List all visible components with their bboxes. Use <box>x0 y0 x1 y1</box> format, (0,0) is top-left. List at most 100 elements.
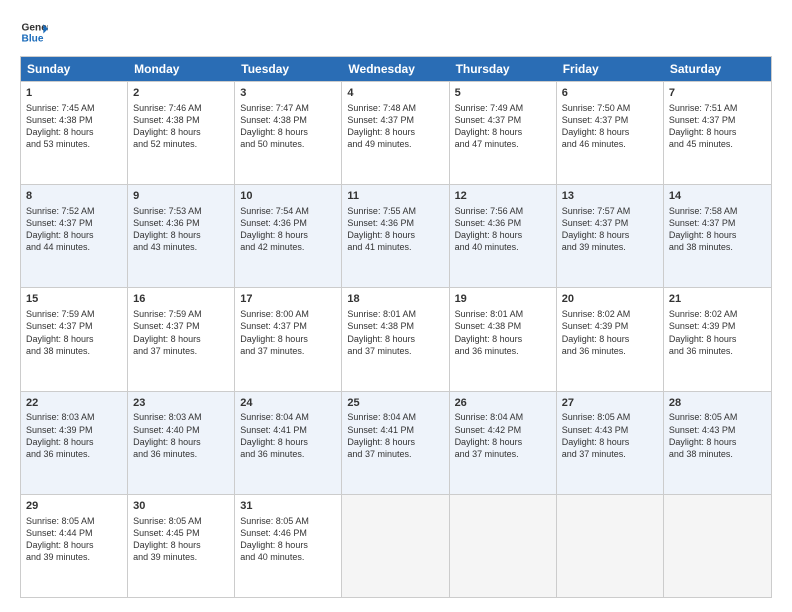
logo-icon: General Blue <box>20 18 48 46</box>
day-info-line: and 37 minutes. <box>347 345 443 357</box>
day-info-line: Sunrise: 8:04 AM <box>347 411 443 423</box>
calendar-header: SundayMondayTuesdayWednesdayThursdayFrid… <box>21 57 771 81</box>
day-info-line: Sunset: 4:41 PM <box>347 424 443 436</box>
day-info-line: and 38 minutes. <box>669 448 766 460</box>
day-number: 19 <box>455 292 551 307</box>
day-info-line: and 50 minutes. <box>240 138 336 150</box>
day-info-line: Daylight: 8 hours <box>455 229 551 241</box>
day-number: 12 <box>455 189 551 204</box>
table-row: 4Sunrise: 7:48 AMSunset: 4:37 PMDaylight… <box>342 82 449 184</box>
calendar-row-1: 1Sunrise: 7:45 AMSunset: 4:38 PMDaylight… <box>21 81 771 184</box>
day-info-line: Sunrise: 7:53 AM <box>133 205 229 217</box>
table-row: 14Sunrise: 7:58 AMSunset: 4:37 PMDayligh… <box>664 185 771 287</box>
table-row: 11Sunrise: 7:55 AMSunset: 4:36 PMDayligh… <box>342 185 449 287</box>
day-info-line: and 37 minutes. <box>347 448 443 460</box>
day-info-line: and 36 minutes. <box>26 448 122 460</box>
header-day-wednesday: Wednesday <box>342 57 449 81</box>
day-info-line: Sunrise: 8:04 AM <box>240 411 336 423</box>
table-row: 15Sunrise: 7:59 AMSunset: 4:37 PMDayligh… <box>21 288 128 390</box>
day-info-line: and 40 minutes. <box>240 551 336 563</box>
day-info-line: Daylight: 8 hours <box>669 436 766 448</box>
table-row: 19Sunrise: 8:01 AMSunset: 4:38 PMDayligh… <box>450 288 557 390</box>
day-info-line: Sunset: 4:44 PM <box>26 527 122 539</box>
day-number: 6 <box>562 86 658 101</box>
table-row: 28Sunrise: 8:05 AMSunset: 4:43 PMDayligh… <box>664 392 771 494</box>
day-info-line: Daylight: 8 hours <box>669 333 766 345</box>
day-info-line: and 39 minutes. <box>133 551 229 563</box>
day-info-line: Daylight: 8 hours <box>133 333 229 345</box>
day-info-line: Sunrise: 8:05 AM <box>133 515 229 527</box>
day-number: 31 <box>240 499 336 514</box>
day-info-line: Sunrise: 7:49 AM <box>455 102 551 114</box>
day-number: 24 <box>240 396 336 411</box>
calendar-row-4: 22Sunrise: 8:03 AMSunset: 4:39 PMDayligh… <box>21 391 771 494</box>
day-info-line: Sunset: 4:38 PM <box>347 320 443 332</box>
day-number: 5 <box>455 86 551 101</box>
day-info-line: Sunrise: 8:05 AM <box>669 411 766 423</box>
table-row: 10Sunrise: 7:54 AMSunset: 4:36 PMDayligh… <box>235 185 342 287</box>
table-row: 27Sunrise: 8:05 AMSunset: 4:43 PMDayligh… <box>557 392 664 494</box>
day-info-line: Sunset: 4:37 PM <box>133 320 229 332</box>
day-info-line: Sunrise: 8:03 AM <box>26 411 122 423</box>
day-info-line: and 37 minutes. <box>240 345 336 357</box>
table-row: 29Sunrise: 8:05 AMSunset: 4:44 PMDayligh… <box>21 495 128 597</box>
day-info-line: Sunset: 4:36 PM <box>347 217 443 229</box>
page: General Blue SundayMondayTuesdayWednesda… <box>0 0 792 612</box>
day-number: 3 <box>240 86 336 101</box>
table-row: 21Sunrise: 8:02 AMSunset: 4:39 PMDayligh… <box>664 288 771 390</box>
day-number: 14 <box>669 189 766 204</box>
day-info-line: Daylight: 8 hours <box>240 126 336 138</box>
day-number: 20 <box>562 292 658 307</box>
day-info-line: Sunset: 4:37 PM <box>562 217 658 229</box>
calendar: SundayMondayTuesdayWednesdayThursdayFrid… <box>20 56 772 598</box>
header: General Blue <box>20 18 772 46</box>
day-info-line: Sunrise: 7:47 AM <box>240 102 336 114</box>
day-info-line: and 36 minutes. <box>240 448 336 460</box>
day-info-line: Daylight: 8 hours <box>240 539 336 551</box>
day-number: 11 <box>347 189 443 204</box>
day-info-line: and 36 minutes. <box>562 345 658 357</box>
header-day-tuesday: Tuesday <box>235 57 342 81</box>
day-info-line: Sunrise: 7:50 AM <box>562 102 658 114</box>
calendar-body: 1Sunrise: 7:45 AMSunset: 4:38 PMDaylight… <box>21 81 771 597</box>
day-info-line: and 39 minutes. <box>562 241 658 253</box>
day-info-line: and 38 minutes. <box>26 345 122 357</box>
table-row: 31Sunrise: 8:05 AMSunset: 4:46 PMDayligh… <box>235 495 342 597</box>
day-info-line: Daylight: 8 hours <box>347 436 443 448</box>
table-row: 2Sunrise: 7:46 AMSunset: 4:38 PMDaylight… <box>128 82 235 184</box>
day-number: 13 <box>562 189 658 204</box>
calendar-row-2: 8Sunrise: 7:52 AMSunset: 4:37 PMDaylight… <box>21 184 771 287</box>
day-info-line: Sunrise: 7:48 AM <box>347 102 443 114</box>
day-info-line: Sunset: 4:37 PM <box>562 114 658 126</box>
header-day-friday: Friday <box>557 57 664 81</box>
table-row: 7Sunrise: 7:51 AMSunset: 4:37 PMDaylight… <box>664 82 771 184</box>
day-info-line: Sunset: 4:43 PM <box>669 424 766 436</box>
day-info-line: and 44 minutes. <box>26 241 122 253</box>
day-info-line: Daylight: 8 hours <box>240 229 336 241</box>
day-info-line: and 38 minutes. <box>669 241 766 253</box>
day-info-line: Sunset: 4:37 PM <box>26 320 122 332</box>
day-info-line: Sunset: 4:37 PM <box>669 217 766 229</box>
day-number: 18 <box>347 292 443 307</box>
day-info-line: Daylight: 8 hours <box>455 333 551 345</box>
header-day-saturday: Saturday <box>664 57 771 81</box>
day-info-line: Sunset: 4:38 PM <box>455 320 551 332</box>
day-info-line: Daylight: 8 hours <box>26 539 122 551</box>
day-number: 29 <box>26 499 122 514</box>
day-info-line: Sunrise: 7:58 AM <box>669 205 766 217</box>
table-row: 17Sunrise: 8:00 AMSunset: 4:37 PMDayligh… <box>235 288 342 390</box>
day-number: 16 <box>133 292 229 307</box>
svg-text:Blue: Blue <box>22 33 44 44</box>
day-number: 4 <box>347 86 443 101</box>
day-info-line: Sunset: 4:37 PM <box>347 114 443 126</box>
day-info-line: Daylight: 8 hours <box>347 229 443 241</box>
day-info-line: Sunrise: 8:05 AM <box>240 515 336 527</box>
day-info-line: Sunrise: 7:52 AM <box>26 205 122 217</box>
day-info-line: Sunrise: 7:55 AM <box>347 205 443 217</box>
table-row: 22Sunrise: 8:03 AMSunset: 4:39 PMDayligh… <box>21 392 128 494</box>
day-info-line: Daylight: 8 hours <box>26 333 122 345</box>
day-info-line: Sunset: 4:38 PM <box>26 114 122 126</box>
day-number: 2 <box>133 86 229 101</box>
table-row <box>450 495 557 597</box>
day-info-line: Sunset: 4:36 PM <box>455 217 551 229</box>
